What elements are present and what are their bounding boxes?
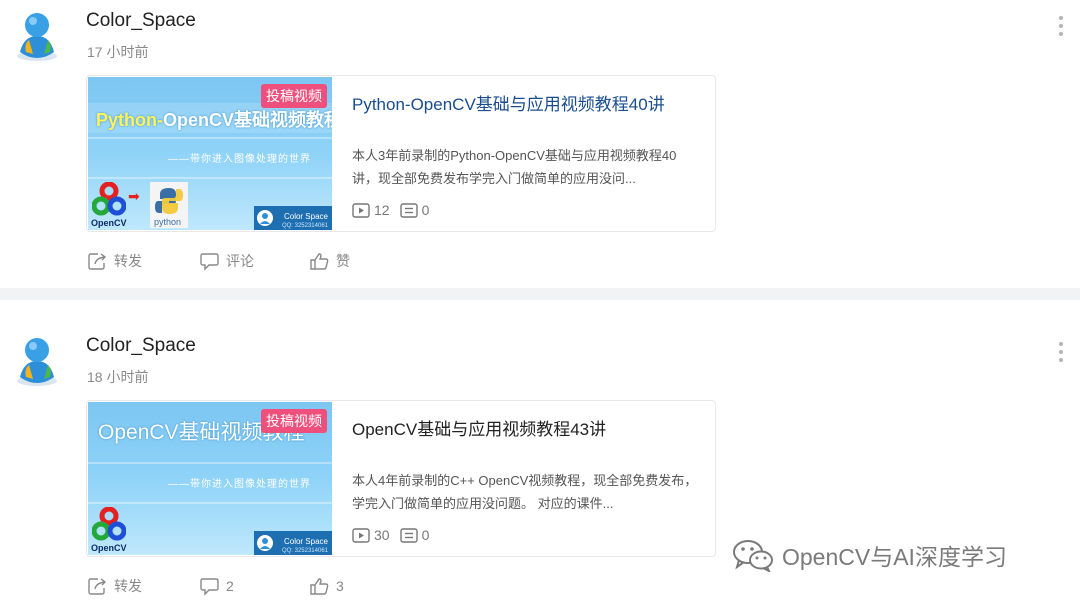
username[interactable]: Color_Space [86,10,196,32]
comment-count-icon [399,527,418,543]
avatar[interactable] [10,8,64,62]
opencv-label: OpenCV [91,218,127,228]
like-label: 3 [336,578,344,594]
watermark: OpenCV与AI深度学习 [732,538,1007,572]
repost-label: 转发 [114,253,142,269]
video-description: 本人4年前录制的C++ OpenCV视频教程，现全部免费发布，学完入门做简单的应… [352,473,698,511]
opencv-logo-icon [92,182,126,216]
repost-button[interactable]: 转发 [88,576,200,596]
thumbnail-tagline: ——带你进入图像处理的世界 [168,479,311,490]
like-label: 赞 [336,253,350,269]
brand-qq: QQ: 3252314061 [281,548,328,554]
repost-icon [88,252,107,270]
like-icon [310,252,329,270]
comment-label: 2 [226,578,234,594]
brand-logo-icon [257,535,273,551]
more-icon[interactable] [1058,16,1064,38]
video-stats: 12 0 [352,202,439,218]
video-title[interactable]: Python-OpenCV基础与应用视频教程40讲 [352,90,665,115]
comment-count: 0 [421,202,430,218]
arrow-icon: ➡ [128,188,140,204]
post-actions: 转发 2 3 [88,576,344,596]
wechat-icon [733,540,773,572]
feed-post: Color_Space 17 小时前 Python-OpenCV基础视频教程 —… [0,0,1080,288]
opencv-label: OpenCV [91,543,127,553]
more-icon[interactable] [1058,342,1064,364]
comment-icon [200,252,219,271]
comment-button[interactable]: 评论 [200,251,310,271]
brand-name: Color Space [283,212,328,221]
comment-button[interactable]: 2 [200,576,310,596]
thumbnail-title: Python-OpenCV基础视频教程 [96,110,332,130]
comment-icon [200,577,219,596]
post-divider [0,288,1080,300]
python-logo-icon [155,188,183,214]
repost-icon [88,577,107,595]
submission-badge: 投稿视频 [261,409,327,433]
video-stats: 30 0 [352,527,439,543]
video-card[interactable]: Python-OpenCV基础视频教程 ——带你进入图像处理的世界 投稿视频 O… [86,75,716,232]
post-time: 18 小时前 [87,369,149,385]
comment-count: 0 [421,527,430,543]
video-thumbnail[interactable]: OpenCV基础视频教程 ——带你进入图像处理的世界 投稿视频 OpenCV C… [88,402,332,555]
play-count: 30 [374,527,390,543]
python-label: python [154,217,182,227]
post-time: 17 小时前 [87,44,149,60]
like-button[interactable]: 赞 [310,251,350,271]
comment-count-icon [399,202,418,218]
brand-qq: QQ: 3252314061 [281,223,328,229]
avatar[interactable] [10,333,64,387]
watermark-text: OpenCV与AI深度学习 [782,544,1007,570]
like-button[interactable]: 3 [310,576,344,596]
play-icon [352,527,370,543]
submission-badge: 投稿视频 [261,84,327,108]
username[interactable]: Color_Space [86,335,196,357]
opencv-logo-icon [92,507,126,541]
post-actions: 转发 评论 赞 [88,251,350,271]
brand-name: Color Space [283,537,328,546]
repost-label: 转发 [114,578,142,594]
play-count: 12 [374,202,390,218]
video-title[interactable]: OpenCV基础与应用视频教程43讲 [352,415,606,440]
video-card[interactable]: OpenCV基础视频教程 ——带你进入图像处理的世界 投稿视频 OpenCV C… [86,400,716,557]
repost-button[interactable]: 转发 [88,251,200,271]
brand-logo-icon [257,210,273,226]
video-description: 本人3年前录制的Python-OpenCV基础与应用视频教程40讲，现全部免费发… [352,148,677,186]
thumbnail-tagline: ——带你进入图像处理的世界 [168,154,311,165]
video-thumbnail[interactable]: Python-OpenCV基础视频教程 ——带你进入图像处理的世界 投稿视频 O… [88,77,332,230]
like-icon [310,577,329,595]
comment-label: 评论 [226,253,254,269]
play-icon [352,202,370,218]
